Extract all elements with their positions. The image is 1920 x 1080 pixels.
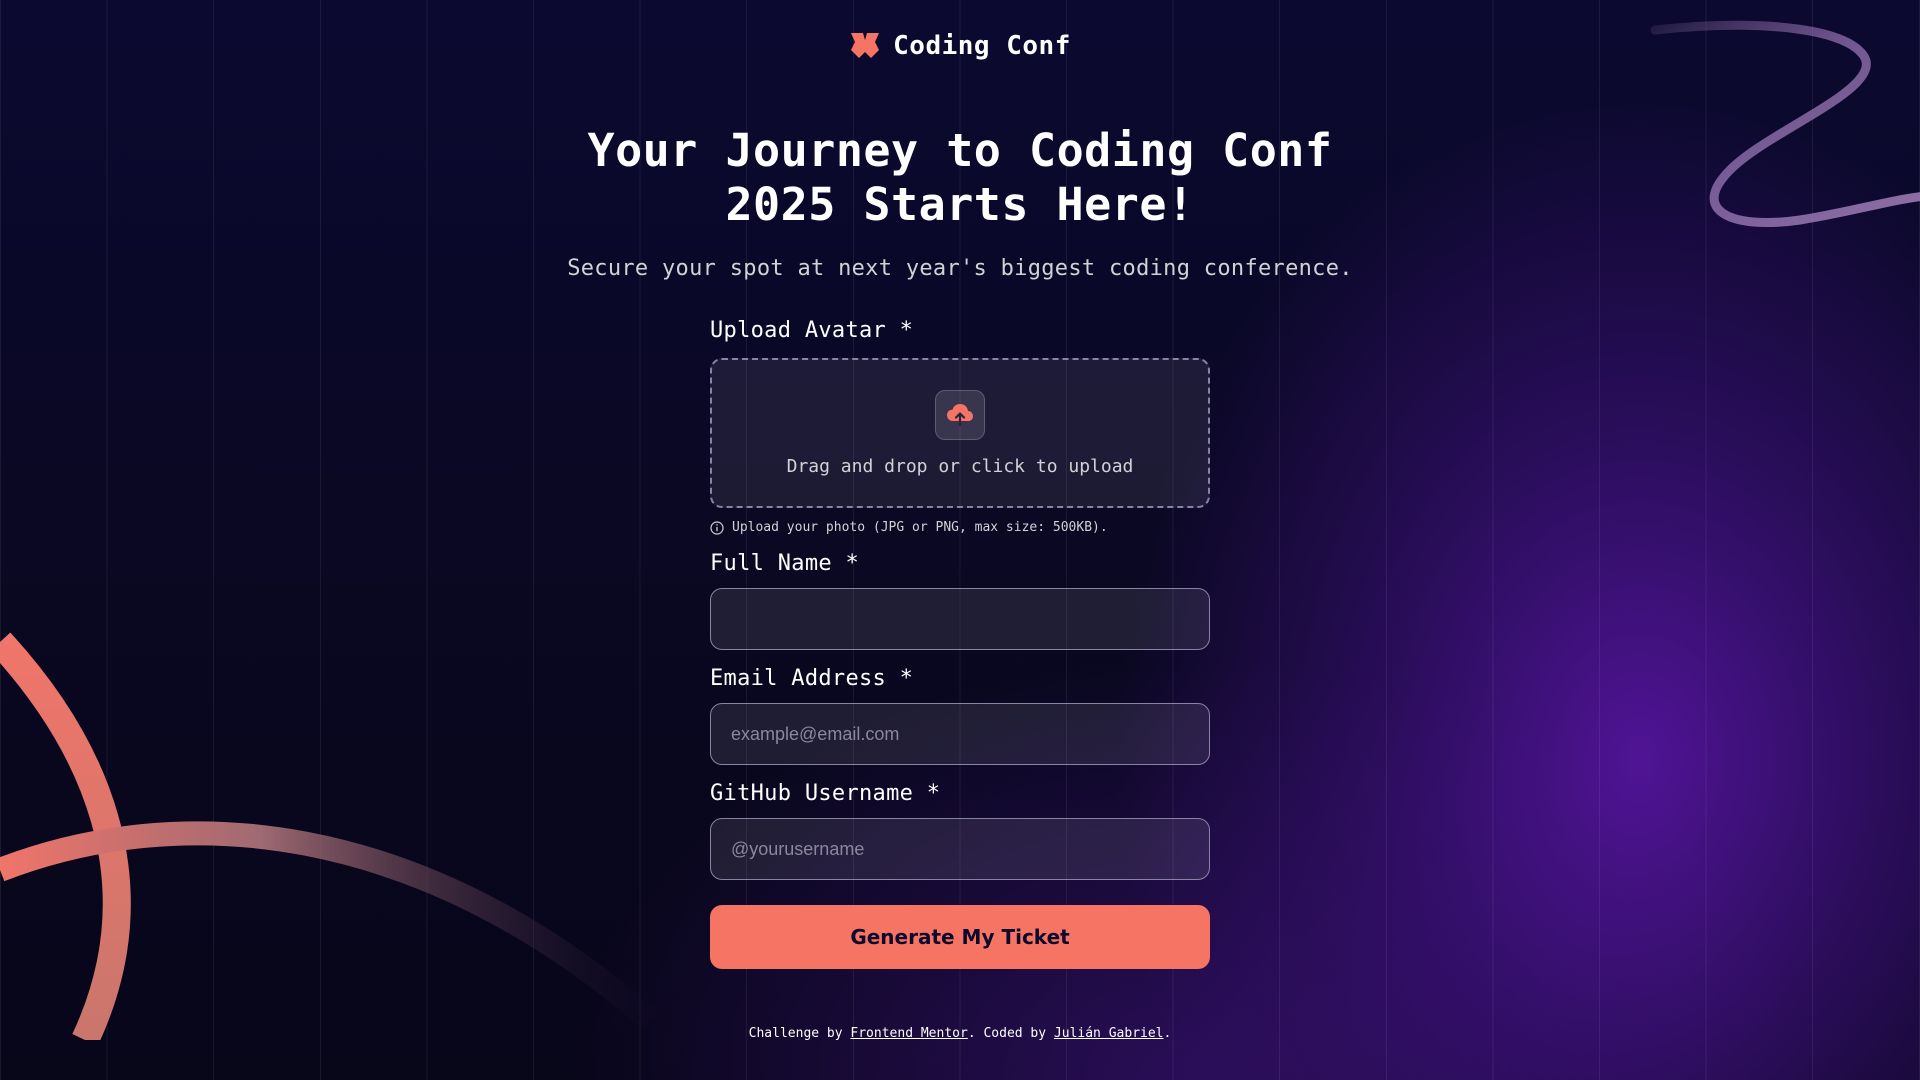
ticket-form: Upload Avatar * Drag and drop or click t…	[710, 318, 1210, 969]
github-field: GitHub Username *	[710, 781, 1210, 880]
author-link[interactable]: Julián Gabriel	[1054, 1026, 1164, 1041]
attribution: Challenge by Frontend Mentor. Coded by J…	[0, 1026, 1920, 1041]
cloud-upload-icon	[935, 389, 985, 440]
email-input[interactable]	[710, 703, 1210, 765]
github-label: GitHub Username *	[710, 781, 941, 806]
site-header: Coding Conf	[0, 30, 1920, 62]
generate-ticket-button[interactable]: Generate My Ticket	[710, 905, 1210, 969]
attribution-prefix: Challenge by	[748, 1026, 843, 1041]
page-subtitle: Secure your spot at next year's biggest …	[567, 256, 1353, 281]
avatar-hint: Upload your photo (JPG or PNG, max size:…	[710, 520, 1210, 535]
full-name-field: Full Name *	[710, 551, 1210, 650]
github-username-input[interactable]	[710, 818, 1210, 880]
arc-decoration	[0, 632, 658, 1040]
full-name-input[interactable]	[710, 588, 1210, 650]
full-name-label: Full Name *	[710, 551, 859, 576]
info-icon	[710, 520, 724, 535]
brand-name: Coding Conf	[893, 31, 1071, 61]
attribution-suffix: .	[1163, 1026, 1172, 1041]
email-field: Email Address *	[710, 666, 1210, 765]
ticket-logo-icon	[851, 33, 880, 58]
avatar-label: Upload Avatar *	[710, 318, 914, 343]
avatar-dropzone[interactable]: Drag and drop or click to upload	[710, 358, 1210, 508]
hero: Your Journey to Coding Conf 2025 Starts …	[0, 124, 1920, 281]
page-title: Your Journey to Coding Conf 2025 Starts …	[587, 124, 1333, 231]
attribution-middle: . Coded by	[967, 1026, 1047, 1041]
avatar-hint-text: Upload your photo (JPG or PNG, max size:…	[732, 520, 1108, 535]
email-label: Email Address *	[710, 666, 914, 691]
frontend-mentor-link[interactable]: Frontend Mentor	[850, 1026, 967, 1041]
dropzone-text: Drag and drop or click to upload	[786, 455, 1134, 477]
